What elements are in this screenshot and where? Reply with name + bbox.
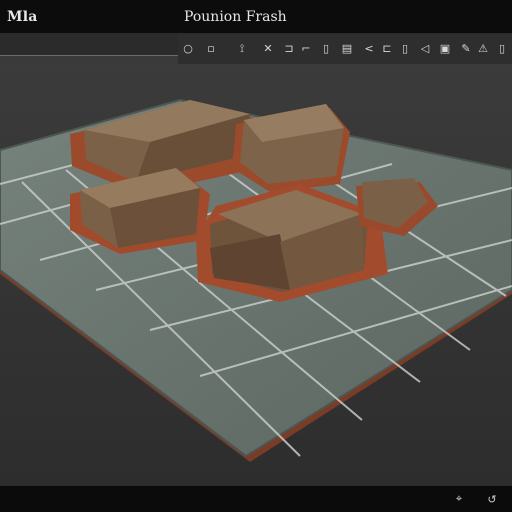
close-icon[interactable]: ✕ xyxy=(261,41,275,55)
sidebar-header-strip xyxy=(0,34,178,56)
crop-icon[interactable]: ⌐ xyxy=(299,41,313,55)
circle-icon[interactable]: ○ xyxy=(181,41,195,55)
title-bar: Mla Pounion Frash xyxy=(0,0,512,34)
3d-viewport[interactable] xyxy=(0,64,512,486)
pen-icon[interactable]: ✎ xyxy=(459,41,473,55)
app-name: Mla xyxy=(7,9,38,25)
pin-icon[interactable]: ⟟ xyxy=(235,41,249,55)
bracket-right-icon[interactable]: ⊏ xyxy=(380,41,394,55)
cursor-icon[interactable]: ⌖ xyxy=(453,492,465,506)
file-icon[interactable]: ▯ xyxy=(319,41,333,55)
panel-icon[interactable]: ▯ xyxy=(398,41,412,55)
scene-render xyxy=(0,64,512,486)
back-icon[interactable]: < xyxy=(362,41,376,55)
bracket-icon[interactable]: ⊐ xyxy=(282,41,296,55)
warning-icon[interactable]: ⚠ xyxy=(476,41,490,55)
page-icon[interactable]: ▯ xyxy=(495,41,509,55)
sync-icon[interactable]: ↺ xyxy=(486,492,498,506)
image-icon[interactable]: ▣ xyxy=(438,41,452,55)
document-title: Pounion Frash xyxy=(184,9,287,25)
square-icon[interactable]: ▫ xyxy=(204,41,218,55)
document-icon[interactable]: ▤ xyxy=(340,41,354,55)
arrow-icon[interactable]: ◁ xyxy=(418,41,432,55)
status-bar xyxy=(0,486,512,512)
